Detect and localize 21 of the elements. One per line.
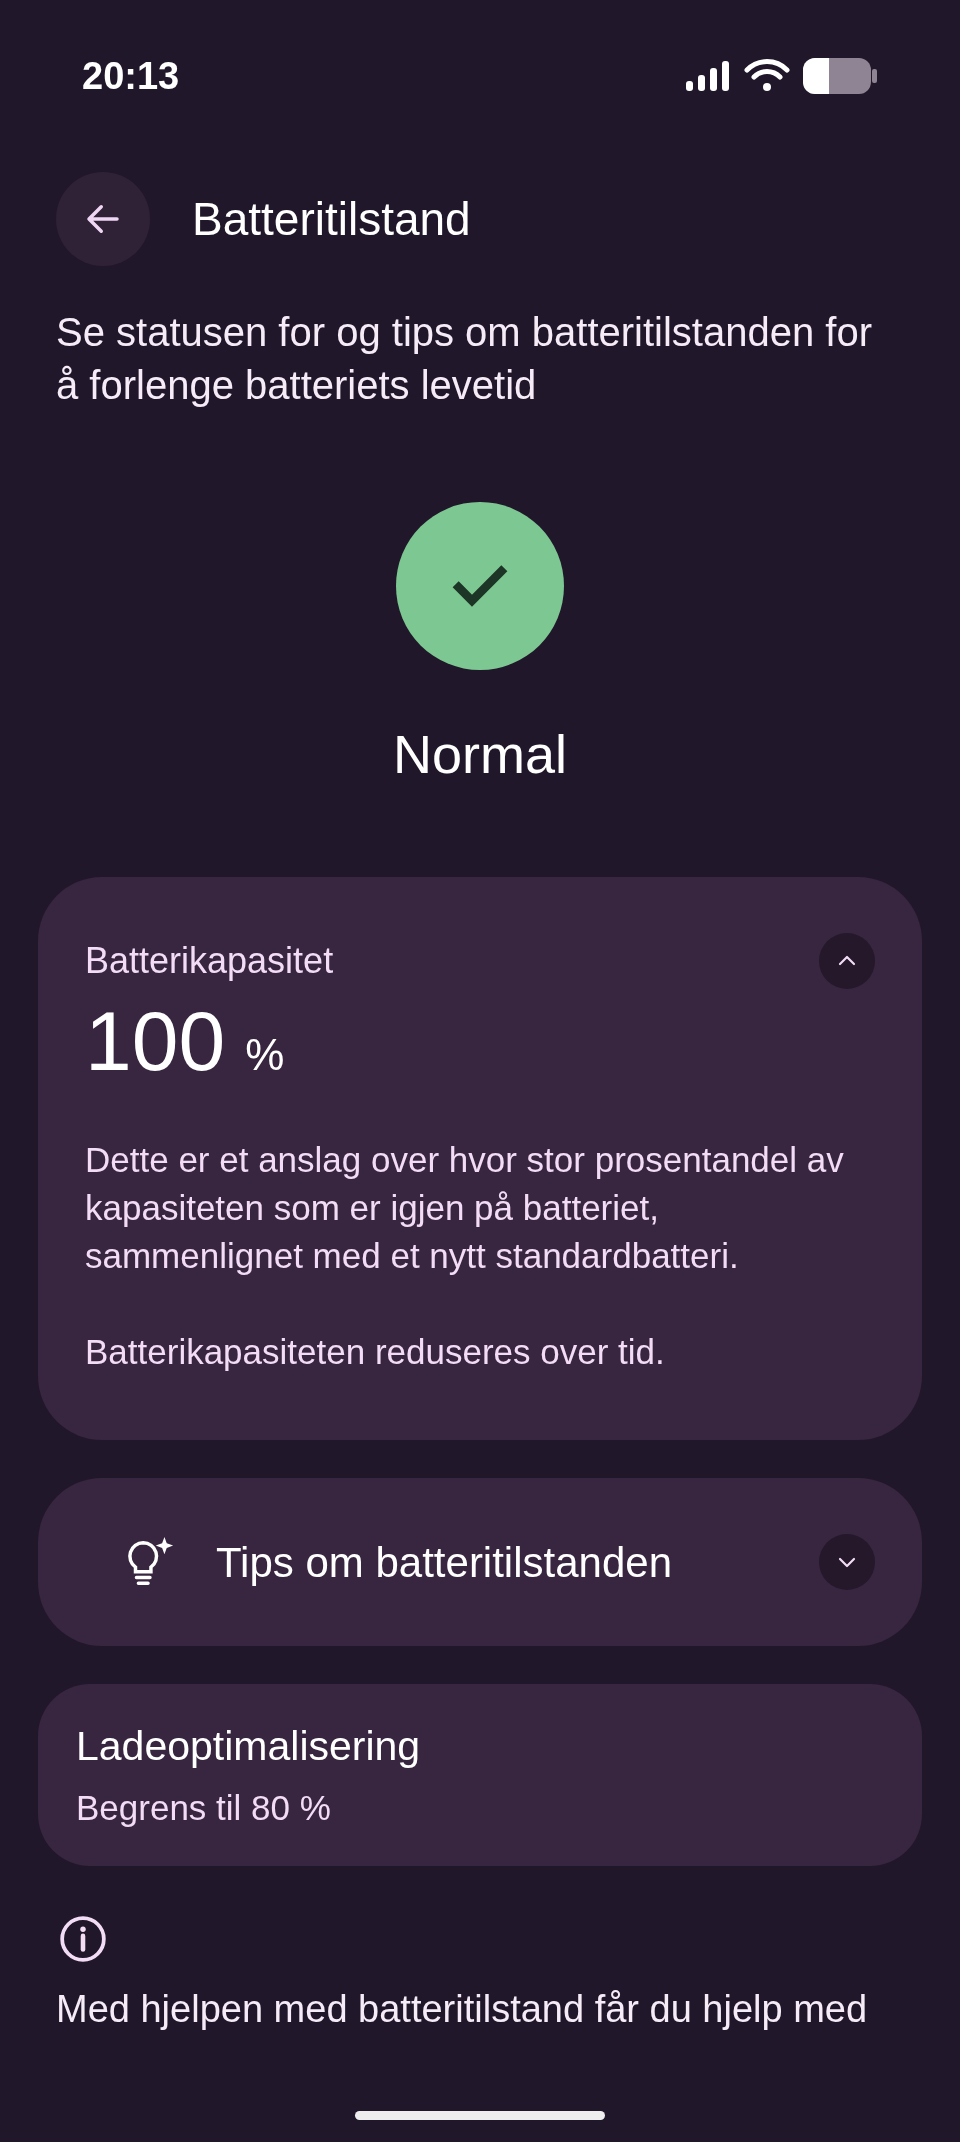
battery-icon (802, 57, 878, 95)
info-icon (58, 1914, 108, 1964)
collapse-button[interactable] (819, 933, 875, 989)
charging-title: Ladeoptimalisering (76, 1722, 422, 1771)
charging-subtitle: Begrens til 80 % (76, 1786, 332, 1829)
card-paragraph: Batterikapasiteten reduseres over tid. (85, 1331, 666, 1373)
page-description: Se statusen for og tips om batteritilstanden for å forlenge batteriets levetid (55, 309, 873, 409)
tips-title: Tips om batteritilstanden (216, 1537, 673, 1588)
footer-text: Med hjelpen med batteritilstand får du hjelp med (55, 1987, 869, 2032)
wifi-icon (744, 59, 790, 93)
card-paragraph: Dette er et anslag over hvor stor prosentandel av kapasiteten som er igjen på batteriet, sammenlignet med et nytt standardbatteri. (85, 1139, 845, 1277)
tips-card[interactable]: Tips om batteritilstanden (38, 1478, 922, 1646)
signal-icon (684, 59, 732, 93)
expand-button[interactable] (819, 1534, 875, 1590)
charging-optimization-card[interactable]: Ladeoptimalisering Begrens til 80 % (38, 1684, 922, 1866)
page-title: Batteritilstand (192, 196, 471, 242)
capacity-unit: % (245, 1029, 285, 1081)
capacity-value: 100 (85, 999, 226, 1083)
status-label: Normal (393, 723, 567, 786)
card-title: Batterikapasitet (85, 939, 334, 983)
status-time: 20:13 (82, 53, 180, 99)
